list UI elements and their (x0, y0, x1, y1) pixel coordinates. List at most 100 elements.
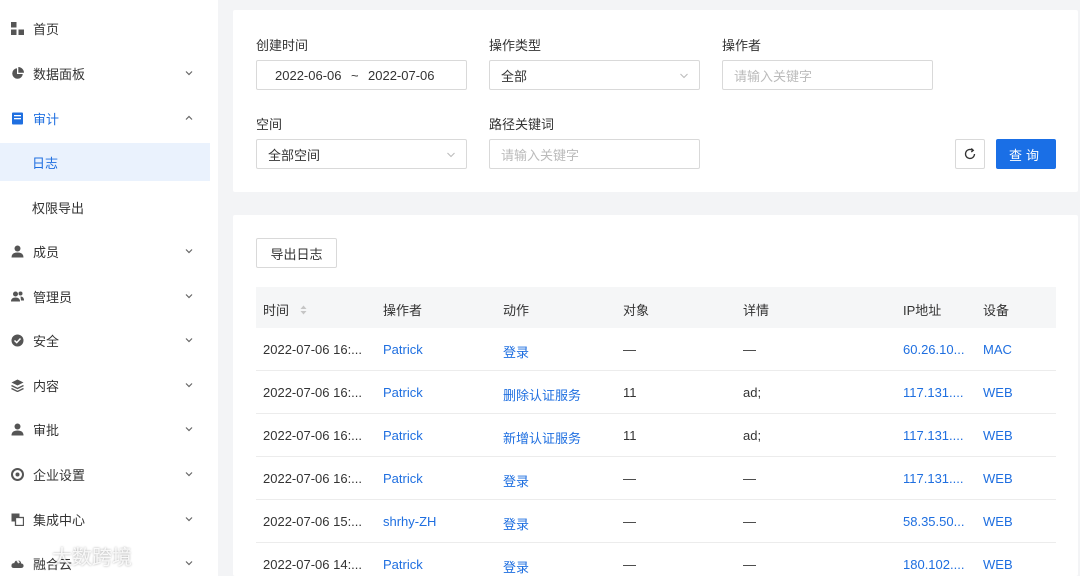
nav-item-enterprise-settings[interactable]: 企业设置 (0, 455, 210, 493)
col-detail: 详情 (743, 303, 770, 318)
cell-time: 2022-07-06 16:... (263, 428, 363, 443)
col-time-label: 时间 (263, 303, 290, 318)
table-row: 2022-07-06 16:... Patrick 登录 — — 60.26.1… (256, 328, 1056, 371)
cell-action[interactable]: 登录 (503, 471, 529, 490)
cell-device[interactable]: MAC (983, 342, 1012, 357)
watermark-text: 大数跨境 (52, 546, 132, 569)
approval-user-icon (11, 423, 24, 436)
chevron-down-icon (447, 152, 455, 158)
col-ip: IP地址 (903, 303, 942, 318)
cell-detail: — (743, 471, 756, 486)
admin-users-icon (11, 290, 24, 303)
chevron-down-icon (185, 517, 193, 522)
col-operator: 操作者 (383, 303, 423, 318)
cell-device[interactable]: WEB (983, 428, 1013, 443)
cell-ip[interactable]: 117.131.... (903, 471, 969, 486)
nav-item-admins[interactable]: 管理员 (0, 277, 210, 315)
nav-label: 首页 (33, 21, 60, 37)
cell-object: 11 (623, 385, 637, 400)
cell-action[interactable]: 新增认证服务 (503, 428, 581, 447)
nav-item-integration[interactable]: 集成中心 (0, 500, 210, 538)
nav-label: 数据面板 (33, 66, 86, 82)
nav-item-home[interactable]: 首页 (0, 9, 210, 47)
cell-object: 11 (623, 428, 637, 443)
operator-label: 操作者 (722, 38, 762, 53)
nav-item-permission-export[interactable]: 权限导出 (0, 188, 210, 226)
col-object: 对象 (623, 303, 650, 318)
sidebar: 首页 数据面板 审计 日志 权限导出 成员 管理员 安全 内容 审批 企业设置 … (0, 0, 218, 576)
col-time[interactable]: 时间 (263, 300, 308, 319)
cell-time: 2022-07-06 14:... (263, 557, 363, 572)
query-button[interactable]: 查询 (996, 139, 1056, 169)
cell-device[interactable]: WEB (983, 471, 1013, 486)
cell-device[interactable]: WEB (983, 514, 1013, 529)
op-type-label: 操作类型 (489, 38, 542, 53)
path-keyword-input[interactable]: 请输入关键字 (489, 139, 700, 169)
integration-icon (11, 513, 24, 526)
cell-detail: ad; (743, 385, 762, 400)
cell-ip[interactable]: 58.35.50... (903, 514, 969, 529)
cell-operator[interactable]: Patrick (383, 342, 423, 357)
table-row: 2022-07-06 14:... Patrick 登录 — — 180.102… (256, 543, 1056, 576)
cell-operator[interactable]: shrhy-ZH (383, 514, 436, 529)
cell-operator[interactable]: Patrick (383, 471, 423, 486)
operator-placeholder: 请输入关键字 (734, 68, 813, 84)
path-keyword-placeholder: 请输入关键字 (501, 147, 580, 163)
cell-ip[interactable]: 117.131.... (903, 385, 969, 400)
nav-item-log[interactable]: 日志 (0, 143, 210, 181)
op-type-value: 全部 (501, 68, 528, 84)
nav-label: 权限导出 (32, 200, 85, 216)
table-row: 2022-07-06 16:... Patrick 登录 — — 117.131… (256, 457, 1056, 500)
col-action: 动作 (503, 303, 530, 318)
nav-item-approval[interactable]: 审批 (0, 410, 210, 448)
nav-item-members[interactable]: 成员 (0, 232, 210, 270)
date-start: 2022-06-06 (275, 67, 342, 83)
reset-button[interactable] (955, 139, 985, 169)
nav-item-audit[interactable]: 审计 (0, 99, 210, 137)
op-type-select[interactable]: 全部 (489, 60, 700, 90)
cell-object: — (623, 514, 636, 529)
cell-time: 2022-07-06 15:... (263, 514, 363, 529)
cell-device[interactable]: WEB (983, 385, 1013, 400)
nav-label: 内容 (33, 378, 60, 394)
nav-item-content[interactable]: 内容 (0, 366, 210, 404)
cell-action[interactable]: 登录 (503, 514, 529, 533)
shield-check-icon (11, 334, 24, 347)
export-log-button[interactable]: 导出日志 (256, 238, 337, 268)
col-device: 设备 (983, 303, 1010, 318)
cell-ip[interactable]: 60.26.10... (903, 342, 969, 357)
cell-operator[interactable]: Patrick (383, 385, 423, 400)
chevron-up-icon (185, 115, 193, 120)
cell-action[interactable]: 登录 (503, 342, 529, 361)
cell-operator[interactable]: Patrick (383, 428, 423, 443)
sort-icon[interactable] (299, 304, 308, 316)
date-separator: ~ (351, 67, 359, 83)
nav-item-dashboard[interactable]: 数据面板 (0, 54, 210, 92)
nav-item-security[interactable]: 安全 (0, 321, 210, 359)
path-keyword-label: 路径关键词 (489, 117, 555, 132)
cell-ip[interactable]: 117.131.... (903, 428, 969, 443)
chevron-down-icon (680, 73, 688, 79)
nav-label: 集成中心 (33, 512, 86, 528)
chevron-down-icon (185, 294, 193, 299)
space-value: 全部空间 (268, 147, 321, 163)
grid-icon (11, 21, 24, 35)
refresh-icon (964, 148, 976, 160)
cell-detail: ad; (743, 428, 762, 443)
chevron-down-icon (185, 427, 193, 432)
cell-object: — (623, 342, 636, 357)
nav-label: 安全 (33, 333, 60, 349)
filter-panel: 创建时间 2022-06-06 ~ 2022-07-06 操作类型 全部 操作者… (233, 10, 1078, 192)
cell-action[interactable]: 登录 (503, 557, 529, 576)
operator-input[interactable]: 请输入关键字 (722, 60, 933, 90)
cell-operator[interactable]: Patrick (383, 557, 423, 572)
cell-object: — (623, 557, 636, 572)
cell-device[interactable]: WEB (983, 557, 1013, 572)
space-select[interactable]: 全部空间 (256, 139, 467, 169)
log-list-panel: 导出日志 时间 操作者 动作 对象 详情 IP地址 设备 2022-07-06 … (233, 215, 1078, 576)
cell-action[interactable]: 删除认证服务 (503, 385, 581, 404)
created-time-label: 创建时间 (256, 38, 309, 53)
table-header: 时间 操作者 动作 对象 详情 IP地址 设备 (256, 287, 1056, 328)
date-range-picker[interactable]: 2022-06-06 ~ 2022-07-06 (256, 60, 467, 90)
cell-ip[interactable]: 180.102.... (903, 557, 969, 572)
